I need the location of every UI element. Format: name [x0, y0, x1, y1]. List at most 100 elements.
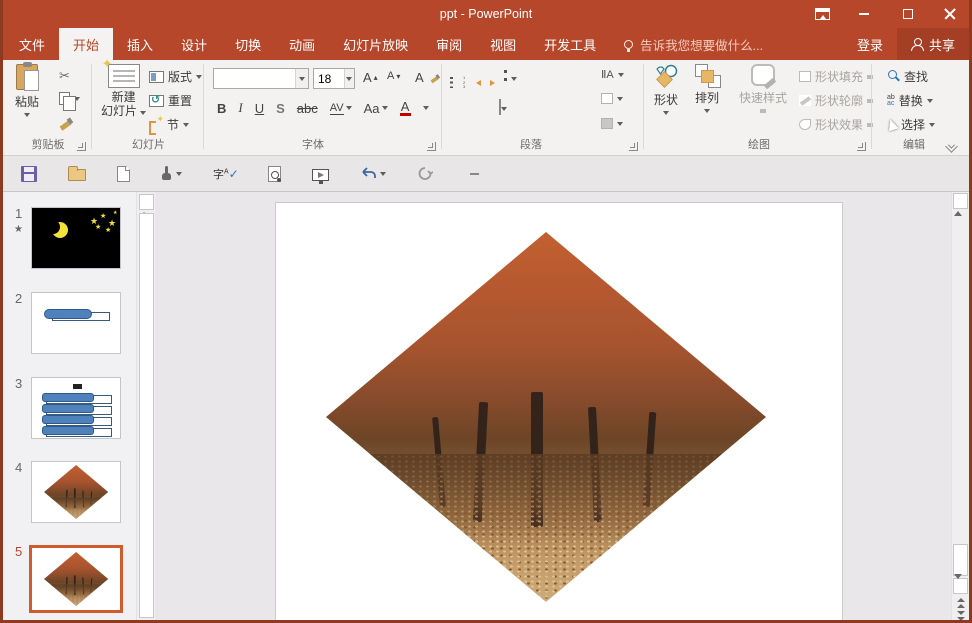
cut-button[interactable]: ✂ — [59, 68, 70, 84]
slide-5-number: 5 — [15, 544, 22, 559]
close-button[interactable] — [933, 0, 967, 28]
title-bar: ppt - PowerPoint — [3, 0, 969, 28]
line-spacing-button[interactable] — [511, 70, 517, 84]
open-button[interactable] — [68, 166, 86, 181]
replace-icon: abac — [887, 95, 895, 107]
align-text-button[interactable] — [601, 93, 623, 104]
text-shadow-button[interactable]: S — [276, 101, 285, 116]
font-size-combo[interactable] — [313, 68, 355, 89]
decrease-font-button[interactable]: A — [387, 70, 400, 82]
shape-fill-icon — [799, 71, 811, 82]
tab-view[interactable]: 视图 — [476, 28, 530, 60]
columns-button[interactable] — [499, 100, 507, 114]
slide-3-number: 3 — [15, 376, 22, 391]
select-button[interactable]: 选择 — [887, 116, 935, 133]
format-painter-button[interactable] — [59, 116, 73, 130]
share-button[interactable]: 共享 — [897, 28, 969, 60]
tab-file[interactable]: 文件 — [5, 28, 59, 60]
layout-button[interactable]: 版式 — [149, 68, 202, 85]
slide-4-thumbnail[interactable] — [31, 461, 121, 523]
clipboard-dialog-launcher[interactable] — [77, 142, 86, 151]
thumb-scroll-up-button[interactable] — [139, 194, 154, 210]
arrange-button[interactable]: 排列 — [695, 64, 719, 113]
slide-2-thumbnail[interactable] — [31, 292, 121, 354]
text-direction-button[interactable]: ⅡA — [601, 68, 624, 81]
shape-outline-button[interactable]: 形状轮廓 — [799, 92, 873, 109]
quick-styles-button[interactable]: 快速样式 — [739, 64, 787, 113]
next-slide-button[interactable] — [953, 609, 968, 622]
slide-canvas[interactable] — [275, 202, 843, 623]
font-name-dropdown[interactable] — [295, 69, 308, 88]
copy-button[interactable] — [59, 92, 80, 105]
section-button[interactable]: 节 — [149, 116, 189, 133]
touch-mouse-mode-button[interactable] — [161, 166, 182, 181]
increase-font-button[interactable]: A — [363, 70, 378, 85]
tab-animations[interactable]: 动画 — [275, 28, 329, 60]
shape-effects-button[interactable]: 形状效果 — [799, 116, 873, 133]
font-size-dropdown[interactable] — [344, 69, 354, 88]
shape-fill-button[interactable]: 形状填充 — [799, 68, 873, 85]
scroll-down-button[interactable] — [953, 578, 968, 594]
character-spacing-button[interactable]: AV — [330, 102, 352, 115]
paragraph-dialog-launcher[interactable] — [629, 142, 638, 151]
bold-button[interactable]: B — [217, 101, 226, 116]
print-preview-button[interactable] — [268, 166, 281, 182]
tab-design[interactable]: 设计 — [167, 28, 221, 60]
customize-qat-button[interactable] — [464, 173, 479, 175]
diamond-autumn-picture[interactable] — [326, 232, 766, 602]
ribbon: 粘贴 ✂ 剪贴板 新建 幻灯片 版式 重置 节 幻灯片 — [3, 60, 969, 156]
tab-insert[interactable]: 插入 — [113, 28, 167, 60]
dropdown-caret — [382, 106, 388, 110]
new-document-button[interactable] — [117, 166, 130, 182]
tab-developer[interactable]: 开发工具 — [530, 28, 610, 60]
replace-button[interactable]: abac替换 — [887, 92, 933, 109]
underline-button[interactable]: U — [255, 101, 264, 116]
share-label: 共享 — [929, 35, 955, 54]
shapes-button[interactable]: 形状 — [653, 64, 679, 115]
drawing-dialog-launcher[interactable] — [857, 142, 866, 151]
new-slide-button[interactable]: 新建 幻灯片 — [101, 64, 146, 119]
maximize-button[interactable] — [891, 0, 925, 28]
redo-button[interactable] — [417, 166, 433, 181]
save-button[interactable] — [21, 166, 37, 182]
thumb-scroll-thumb[interactable] — [139, 213, 154, 618]
start-slideshow-button[interactable] — [312, 167, 329, 181]
dropdown-caret — [176, 172, 182, 176]
font-size-input[interactable] — [314, 69, 344, 88]
clear-formatting-button[interactable]: A — [415, 70, 442, 85]
strikethrough-button[interactable]: abc — [297, 101, 318, 116]
sign-in-button[interactable]: 登录 — [843, 28, 897, 60]
shape-fill-label: 形状填充 — [815, 68, 863, 85]
tab-review[interactable]: 审阅 — [422, 28, 476, 60]
reset-button[interactable]: 重置 — [149, 92, 192, 109]
dropdown-caret — [618, 73, 624, 77]
italic-button[interactable]: I — [238, 100, 242, 116]
font-name-input[interactable] — [214, 69, 295, 88]
minimize-button[interactable] — [847, 0, 881, 28]
change-case-button[interactable]: Aa — [364, 101, 388, 116]
arrange-label: 排列 — [695, 89, 719, 106]
find-button[interactable]: 查找 — [887, 68, 928, 85]
slide-3-thumbnail[interactable] — [31, 377, 121, 439]
slide-5-thumbnail-selected[interactable] — [29, 545, 123, 613]
shape-outline-label: 形状轮廓 — [815, 92, 863, 109]
slide-1-thumbnail[interactable]: ★ ★ ★ ★ ★ ★ — [31, 207, 121, 269]
paste-button[interactable]: 粘贴 — [15, 64, 39, 117]
shapes-icon — [653, 64, 679, 88]
font-dialog-launcher[interactable] — [427, 142, 436, 151]
font-name-combo[interactable] — [213, 68, 309, 89]
ribbon-display-options-button[interactable] — [805, 0, 839, 28]
convert-smartart-button[interactable] — [601, 118, 623, 129]
undo-button[interactable] — [360, 166, 386, 181]
font-color-button[interactable]: A — [400, 100, 411, 116]
tab-transitions[interactable]: 切换 — [221, 28, 275, 60]
previous-slide-button[interactable] — [953, 596, 968, 609]
tell-me-box[interactable]: 告诉我您想要做什么... — [624, 28, 763, 60]
paste-icon — [16, 64, 38, 90]
dropdown-caret — [929, 123, 935, 127]
tab-slideshow[interactable]: 幻灯片放映 — [329, 28, 422, 60]
diamond-picture-mini — [44, 465, 108, 519]
spelling-button[interactable]: 字A — [213, 166, 237, 182]
scroll-up-button[interactable] — [953, 193, 968, 209]
scrollbar-thumb[interactable] — [953, 544, 968, 576]
